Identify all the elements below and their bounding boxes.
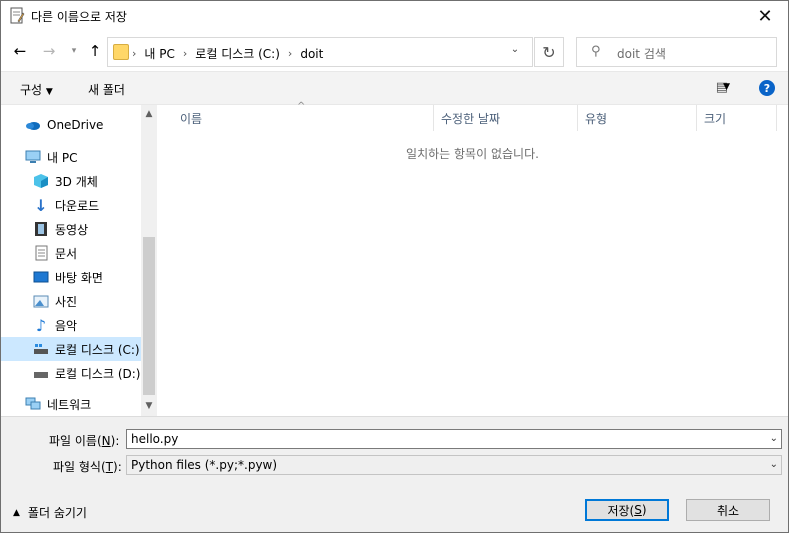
filename-value[interactable]: hello.py xyxy=(131,432,178,446)
scrollbar-thumb[interactable] xyxy=(143,237,155,395)
film-icon xyxy=(33,221,49,237)
download-arrow-icon: ↓ xyxy=(34,195,48,215)
cube-icon xyxy=(33,173,49,189)
forward-arrow-icon: → xyxy=(42,42,56,60)
breadcrumb-separator-icon: › xyxy=(287,47,293,60)
up-arrow-icon: ↑ xyxy=(88,42,102,60)
filename-label: 파일 이름(N): xyxy=(49,434,120,448)
search-input[interactable]: doit 검색 xyxy=(617,45,666,62)
network-icon xyxy=(25,396,41,412)
drive-icon xyxy=(33,341,49,357)
search-box[interactable]: ⚲ doit 검색 xyxy=(576,37,777,67)
sidebar-item-label: 사진 xyxy=(55,294,78,309)
sidebar-item-onedrive[interactable]: OneDrive xyxy=(1,113,157,137)
new-folder-button[interactable]: 새 폴더 xyxy=(88,81,125,98)
save-as-dialog: 다른 이름으로 저장 ✕ ← → ▾ ↑ › 내 PC › 로컬 디스크 (C:… xyxy=(0,0,789,533)
navigation-bar: ← → ▾ ↑ › 내 PC › 로컬 디스크 (C:) › doit ⌄ ↻ … xyxy=(1,31,788,71)
filetype-value: Python files (*.py;*.pyw) xyxy=(131,458,278,472)
breadcrumb: › 내 PC › 로컬 디스크 (C:) › doit xyxy=(132,45,323,62)
close-icon: ✕ xyxy=(757,5,773,27)
help-button[interactable]: ? xyxy=(759,80,775,96)
column-header-date-modified[interactable]: 수정한 날짜 xyxy=(434,105,578,131)
sidebar-item-documents[interactable]: 문서 xyxy=(1,241,157,265)
hide-folders-toggle[interactable]: ▲ 폴더 숨기기 xyxy=(13,504,87,521)
address-dropdown-icon[interactable]: ⌄ xyxy=(506,44,524,55)
filetype-label: 파일 형식(T): xyxy=(53,460,122,474)
forward-button[interactable]: → xyxy=(38,40,60,62)
breadcrumb-separator-icon: › xyxy=(182,47,188,60)
back-button[interactable]: ← xyxy=(9,40,31,62)
file-list: ^ 이름 수정한 날짜 유형 크기 일치하는 항목이 없습니다. xyxy=(157,101,788,416)
sidebar-item-videos[interactable]: 동영상 xyxy=(1,217,157,241)
navigation-pane: OneDrive 내 PC 3D 개체 ↓ 다운로드 동영상 문서 바탕 화면 xyxy=(1,105,157,416)
sidebar-item-downloads[interactable]: ↓ 다운로드 xyxy=(1,193,157,217)
picture-icon xyxy=(33,293,49,309)
sidebar-item-label: 바탕 화면 xyxy=(55,270,103,285)
sidebar-item-3d-objects[interactable]: 3D 개체 xyxy=(1,169,157,193)
address-bar[interactable]: › 내 PC › 로컬 디스크 (C:) › doit ⌄ xyxy=(107,37,533,67)
scroll-down-icon[interactable]: ▼ xyxy=(141,401,157,411)
app-icon xyxy=(10,7,25,24)
music-note-icon: ♪ xyxy=(35,315,47,335)
document-icon xyxy=(33,245,49,261)
chevron-down-icon[interactable]: ▼ xyxy=(723,82,730,92)
column-header-size[interactable]: 크기 xyxy=(697,105,777,131)
organize-button[interactable]: 구성 ▼ xyxy=(20,81,53,98)
refresh-button[interactable]: ↻ xyxy=(534,37,564,67)
chevron-down-icon[interactable]: ⌄ xyxy=(770,459,778,470)
sidebar-item-local-disk-c[interactable]: 로컬 디스크 (C:) xyxy=(1,337,157,361)
sidebar-item-label: 로컬 디스크 (C:) xyxy=(55,342,140,357)
cancel-button[interactable]: 취소 xyxy=(686,499,770,521)
chevron-down-icon: ▼ xyxy=(45,87,53,97)
sidebar-item-desktop[interactable]: 바탕 화면 xyxy=(1,265,157,289)
back-arrow-icon: ← xyxy=(13,42,27,60)
close-button[interactable]: ✕ xyxy=(742,1,788,31)
folder-icon xyxy=(113,44,129,60)
empty-folder-message: 일치하는 항목이 없습니다. xyxy=(406,147,539,161)
sidebar-item-label: 동영상 xyxy=(55,222,89,237)
refresh-icon: ↻ xyxy=(542,42,556,62)
sidebar-item-label: 내 PC xyxy=(47,150,78,165)
sidebar-item-label: 네트워크 xyxy=(47,397,92,412)
computer-icon xyxy=(25,149,41,165)
filetype-select[interactable]: Python files (*.py;*.pyw) ⌄ xyxy=(126,455,782,475)
sidebar-item-label: 다운로드 xyxy=(55,198,100,213)
up-button[interactable]: ↑ xyxy=(84,40,106,62)
cloud-icon xyxy=(25,117,41,133)
scroll-up-icon[interactable]: ▲ xyxy=(141,109,157,119)
chevron-up-icon: ▲ xyxy=(13,507,20,518)
recent-locations-button[interactable]: ▾ xyxy=(63,40,85,62)
window-title: 다른 이름으로 저장 xyxy=(31,10,127,24)
drive-icon xyxy=(33,365,49,381)
sidebar-scrollbar[interactable]: ▲ ▼ xyxy=(141,105,157,416)
breadcrumb-item-folder[interactable]: doit xyxy=(300,47,323,61)
title-bar: 다른 이름으로 저장 ✕ xyxy=(1,1,788,31)
sidebar-item-label: 로컬 디스크 (D:) xyxy=(55,366,141,381)
sidebar-item-this-pc[interactable]: 내 PC xyxy=(1,145,157,169)
sidebar-item-label: OneDrive xyxy=(47,118,104,132)
sidebar-item-label: 문서 xyxy=(55,246,78,261)
column-header-type[interactable]: 유형 xyxy=(578,105,697,131)
sidebar-item-pictures[interactable]: 사진 xyxy=(1,289,157,313)
breadcrumb-separator-icon: › xyxy=(132,47,137,60)
search-icon: ⚲ xyxy=(591,44,601,59)
save-options-panel: 파일 이름(N): hello.py ⌄ 파일 형식(T): Python fi… xyxy=(1,416,788,532)
desktop-icon xyxy=(33,269,49,285)
sidebar-item-label: 음악 xyxy=(55,318,78,333)
sidebar-item-music[interactable]: ♪ 음악 xyxy=(1,313,157,337)
sidebar-item-local-disk-d[interactable]: 로컬 디스크 (D:) xyxy=(1,361,157,385)
sidebar-item-label: 3D 개체 xyxy=(55,174,98,189)
hide-folders-label: 폴더 숨기기 xyxy=(27,506,87,520)
sidebar-item-network[interactable]: 네트워크 xyxy=(1,392,157,416)
filename-input[interactable]: hello.py ⌄ xyxy=(126,429,782,449)
chevron-down-icon[interactable]: ⌄ xyxy=(770,433,778,444)
command-toolbar: 구성 ▼ 새 폴더 ▤ ▼ ? xyxy=(1,71,788,105)
breadcrumb-item-drive[interactable]: 로컬 디스크 (C:) xyxy=(195,45,280,62)
column-header-name[interactable]: 이름 xyxy=(173,105,434,131)
save-button[interactable]: 저장(S) xyxy=(585,499,669,521)
chevron-down-icon: ▾ xyxy=(71,46,77,56)
breadcrumb-item-pc[interactable]: 내 PC xyxy=(144,45,174,62)
